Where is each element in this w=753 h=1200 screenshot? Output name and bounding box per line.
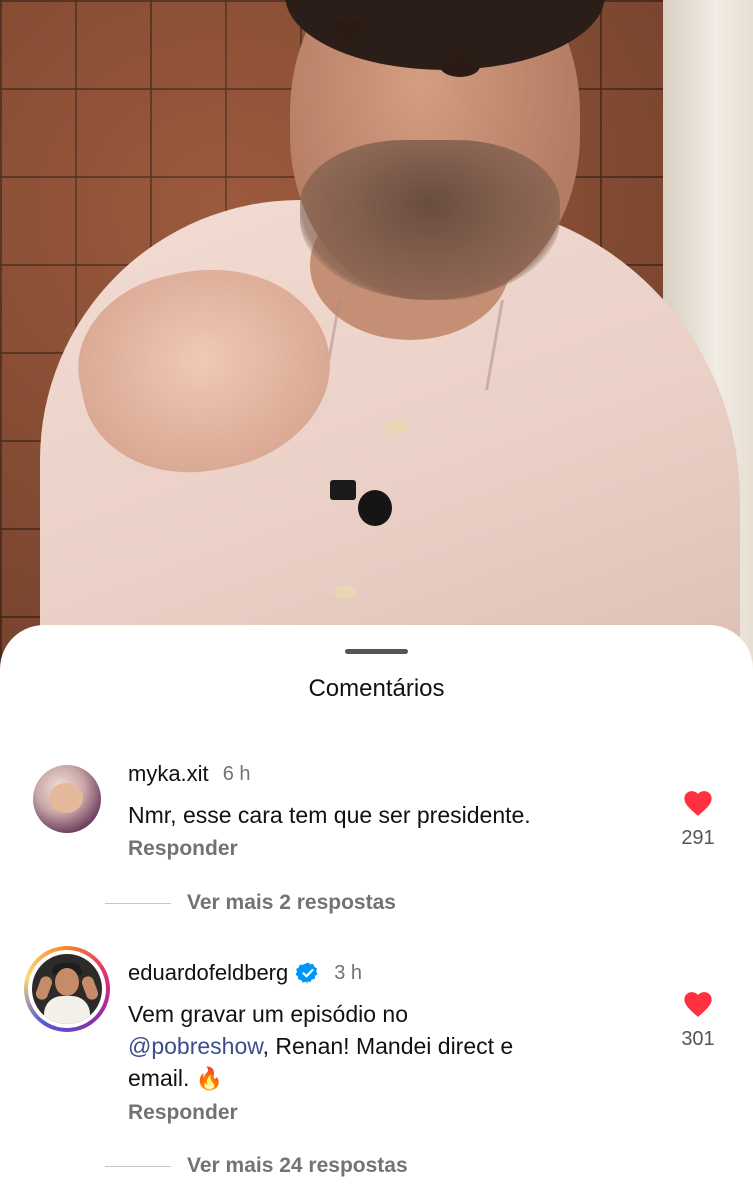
view-more-replies[interactable]: Ver mais 24 respostas — [105, 1154, 408, 1178]
avatar-story-ring[interactable] — [24, 946, 110, 1032]
like-count: 291 — [681, 827, 715, 849]
comment-timestamp: 3 h — [334, 961, 363, 984]
lapel-microphone — [358, 490, 392, 526]
reply-button[interactable]: Responder — [128, 837, 238, 861]
video-background[interactable] — [0, 0, 753, 700]
view-more-replies-label: Ver mais 2 respostas — [187, 891, 396, 914]
comment-text: Vem gravar um episódio no @pobreshow, Re… — [128, 1001, 514, 1091]
drag-handle[interactable] — [345, 649, 408, 654]
screen: Comentários myka.xit 6 h Nmr, esse cara … — [0, 0, 753, 1200]
verified-badge-icon — [296, 962, 318, 984]
comment-username[interactable]: myka.xit — [128, 761, 209, 787]
view-more-replies[interactable]: Ver mais 2 respostas — [105, 891, 396, 915]
comment-timestamp: 6 h — [222, 762, 251, 785]
sheet-title: Comentários — [308, 675, 445, 702]
heart-icon — [684, 791, 712, 816]
comment-text: Nmr, esse cara tem que ser presidente. — [128, 802, 531, 828]
view-more-replies-label: Ver mais 24 respostas — [187, 1154, 408, 1177]
fire-emoji: 🔥 — [195, 1066, 224, 1091]
like-button[interactable]: 291 — [670, 787, 726, 850]
comments-sheet: Comentários myka.xit 6 h Nmr, esse cara … — [0, 625, 753, 1200]
mention-link[interactable]: @pobreshow — [128, 1033, 263, 1059]
heart-icon — [684, 992, 712, 1017]
comment-username[interactable]: eduardofeldberg — [128, 960, 288, 986]
avatar — [32, 954, 102, 1024]
reply-button[interactable]: Responder — [128, 1101, 238, 1125]
like-count: 301 — [681, 1028, 715, 1050]
like-button[interactable]: 301 — [670, 988, 726, 1051]
avatar[interactable] — [33, 765, 101, 833]
